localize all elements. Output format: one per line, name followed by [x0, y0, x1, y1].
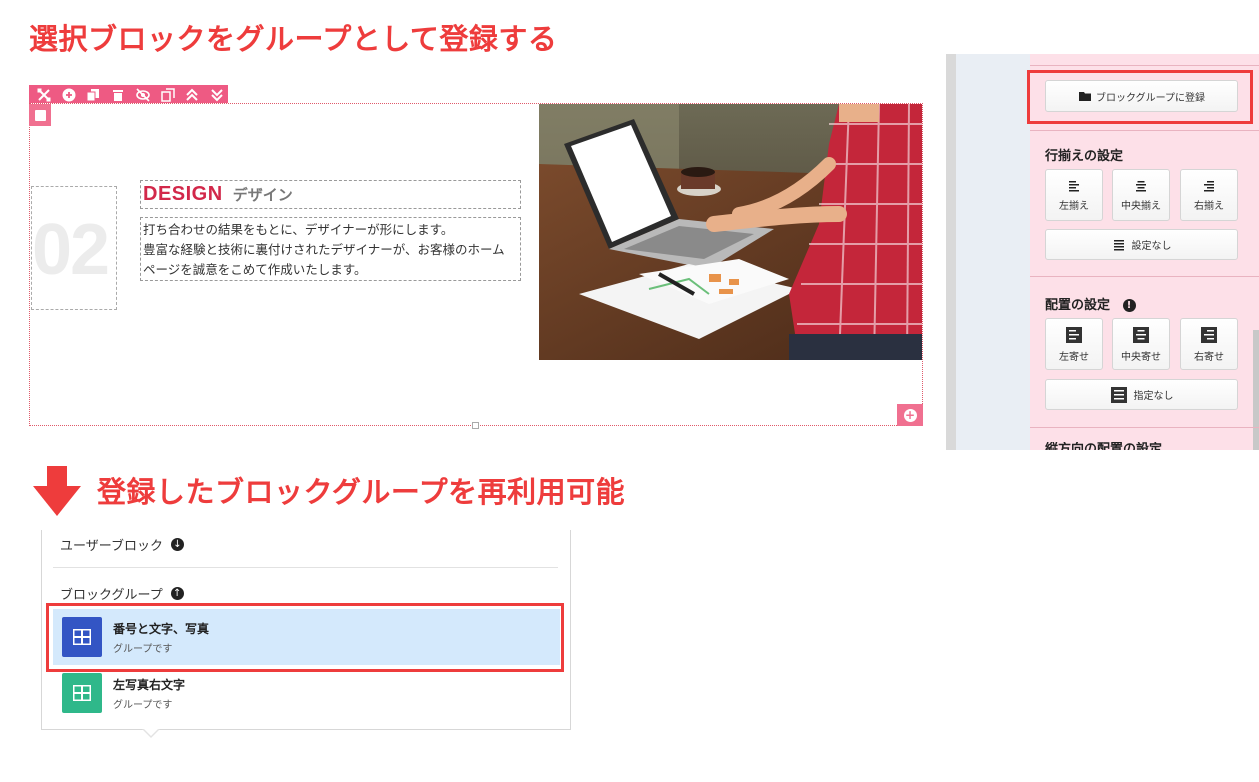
place-right-icon — [1201, 326, 1217, 343]
block-number-box[interactable]: 02 — [31, 186, 117, 310]
align-section-title: 行揃えの設定 — [1045, 149, 1124, 164]
align-right-icon — [1204, 180, 1214, 191]
panel-separator — [1030, 130, 1259, 131]
place-none-icon — [1110, 386, 1127, 403]
block-group-toggle[interactable]: ブロックグループ ↑ — [60, 584, 184, 603]
body-line: 打ち合わせの結果をもとに、デザイナーが形にします。 — [143, 222, 454, 237]
align-none-button[interactable]: 設定なし — [1045, 229, 1238, 260]
panel-divider — [946, 54, 956, 450]
highlight-register-button — [1027, 70, 1253, 124]
dropdown-pointer-fill — [143, 728, 159, 736]
place-left-button[interactable]: 左寄せ — [1045, 318, 1103, 370]
hide-icon[interactable] — [132, 86, 154, 103]
panel-separator — [1030, 427, 1259, 428]
user-block-label: ユーザーブロック — [60, 539, 163, 554]
group-item-left-photo-right-text[interactable]: 左写真右文字 グループです — [53, 665, 560, 721]
user-block-toggle[interactable]: ユーザーブロック ↓ — [60, 535, 184, 554]
align-right-label: 右揃え — [1194, 200, 1224, 212]
block-subtitle: デザイン — [232, 186, 293, 204]
placement-section-title: 配置の設定 ! — [1045, 294, 1136, 313]
align-left-icon — [1069, 180, 1079, 191]
align-left-button[interactable]: 左揃え — [1045, 169, 1103, 221]
block-select-checkbox[interactable] — [29, 104, 51, 126]
block-toolbar — [29, 85, 228, 104]
add-block-button[interactable]: + — [897, 404, 923, 426]
vertical-placement-title: 縦方向の配置の設定 — [1045, 442, 1163, 450]
resize-handle[interactable] — [472, 422, 479, 429]
heading-register-group: 選択ブロックをグループとして登録する — [29, 22, 558, 56]
block-number: 02 — [32, 210, 110, 290]
move-down-icon[interactable] — [206, 86, 228, 103]
placement-title-text: 配置の設定 — [1045, 298, 1111, 313]
place-none-button[interactable]: 指定なし — [1045, 379, 1238, 410]
align-center-label: 中央揃え — [1121, 200, 1161, 212]
arrow-up-circle-icon: ↑ — [170, 587, 184, 600]
block-photo[interactable] — [539, 104, 922, 360]
block-group-label: ブロックグループ — [60, 588, 163, 603]
place-left-label: 左寄せ — [1059, 351, 1089, 363]
add-icon: + — [903, 407, 917, 422]
group-item-name: 左写真右文字 — [113, 677, 186, 692]
grid-icon — [62, 673, 102, 713]
add-circle-icon[interactable] — [58, 86, 80, 103]
place-center-label: 中央寄せ — [1121, 351, 1161, 363]
group-item-desc: グループです — [113, 699, 173, 711]
dropdown-divider — [53, 567, 558, 568]
align-center-button[interactable]: 中央揃え — [1112, 169, 1170, 221]
arrow-down-circle-icon: ↓ — [170, 538, 184, 551]
align-none-label: 設定なし — [1131, 241, 1172, 252]
place-center-icon — [1133, 326, 1149, 343]
copy-icon[interactable] — [157, 86, 179, 103]
move-icon[interactable] — [33, 86, 55, 103]
block-body-text[interactable]: 打ち合わせの結果をもとに、デザイナーが形にします。 豊富な経験と技術に裏付けされ… — [140, 217, 521, 281]
place-right-button[interactable]: 右寄せ — [1180, 318, 1238, 370]
block-title: DESIGN — [143, 183, 223, 205]
justify-icon — [1113, 239, 1124, 250]
place-none-label: 指定なし — [1133, 391, 1174, 402]
place-right-label: 右寄せ — [1194, 351, 1224, 363]
duplicate-icon[interactable] — [83, 86, 105, 103]
heading-reuse-group: 登録したブロックグループを再利用可能 — [97, 475, 626, 509]
highlight-group-item — [46, 603, 564, 672]
trash-icon[interactable] — [107, 86, 129, 103]
align-center-icon — [1136, 180, 1146, 191]
place-center-button[interactable]: 中央寄せ — [1112, 318, 1170, 370]
panel-separator — [1030, 65, 1259, 66]
body-line: ページを誠意をこめて作成いたします。 — [143, 262, 367, 277]
info-icon[interactable]: ! — [1122, 299, 1136, 312]
panel-scrollbar[interactable] — [1253, 330, 1259, 450]
place-left-icon — [1066, 326, 1082, 343]
panel-separator — [1030, 276, 1259, 277]
block-title-box[interactable]: DESIGN デザイン — [140, 180, 521, 209]
align-left-label: 左揃え — [1059, 200, 1089, 212]
align-right-button[interactable]: 右揃え — [1180, 169, 1238, 221]
move-up-icon[interactable] — [182, 86, 204, 103]
body-line: 豊富な経験と技術に裏付けされたデザイナーが、お客様のホーム — [143, 242, 505, 257]
down-arrow-icon — [33, 466, 81, 516]
